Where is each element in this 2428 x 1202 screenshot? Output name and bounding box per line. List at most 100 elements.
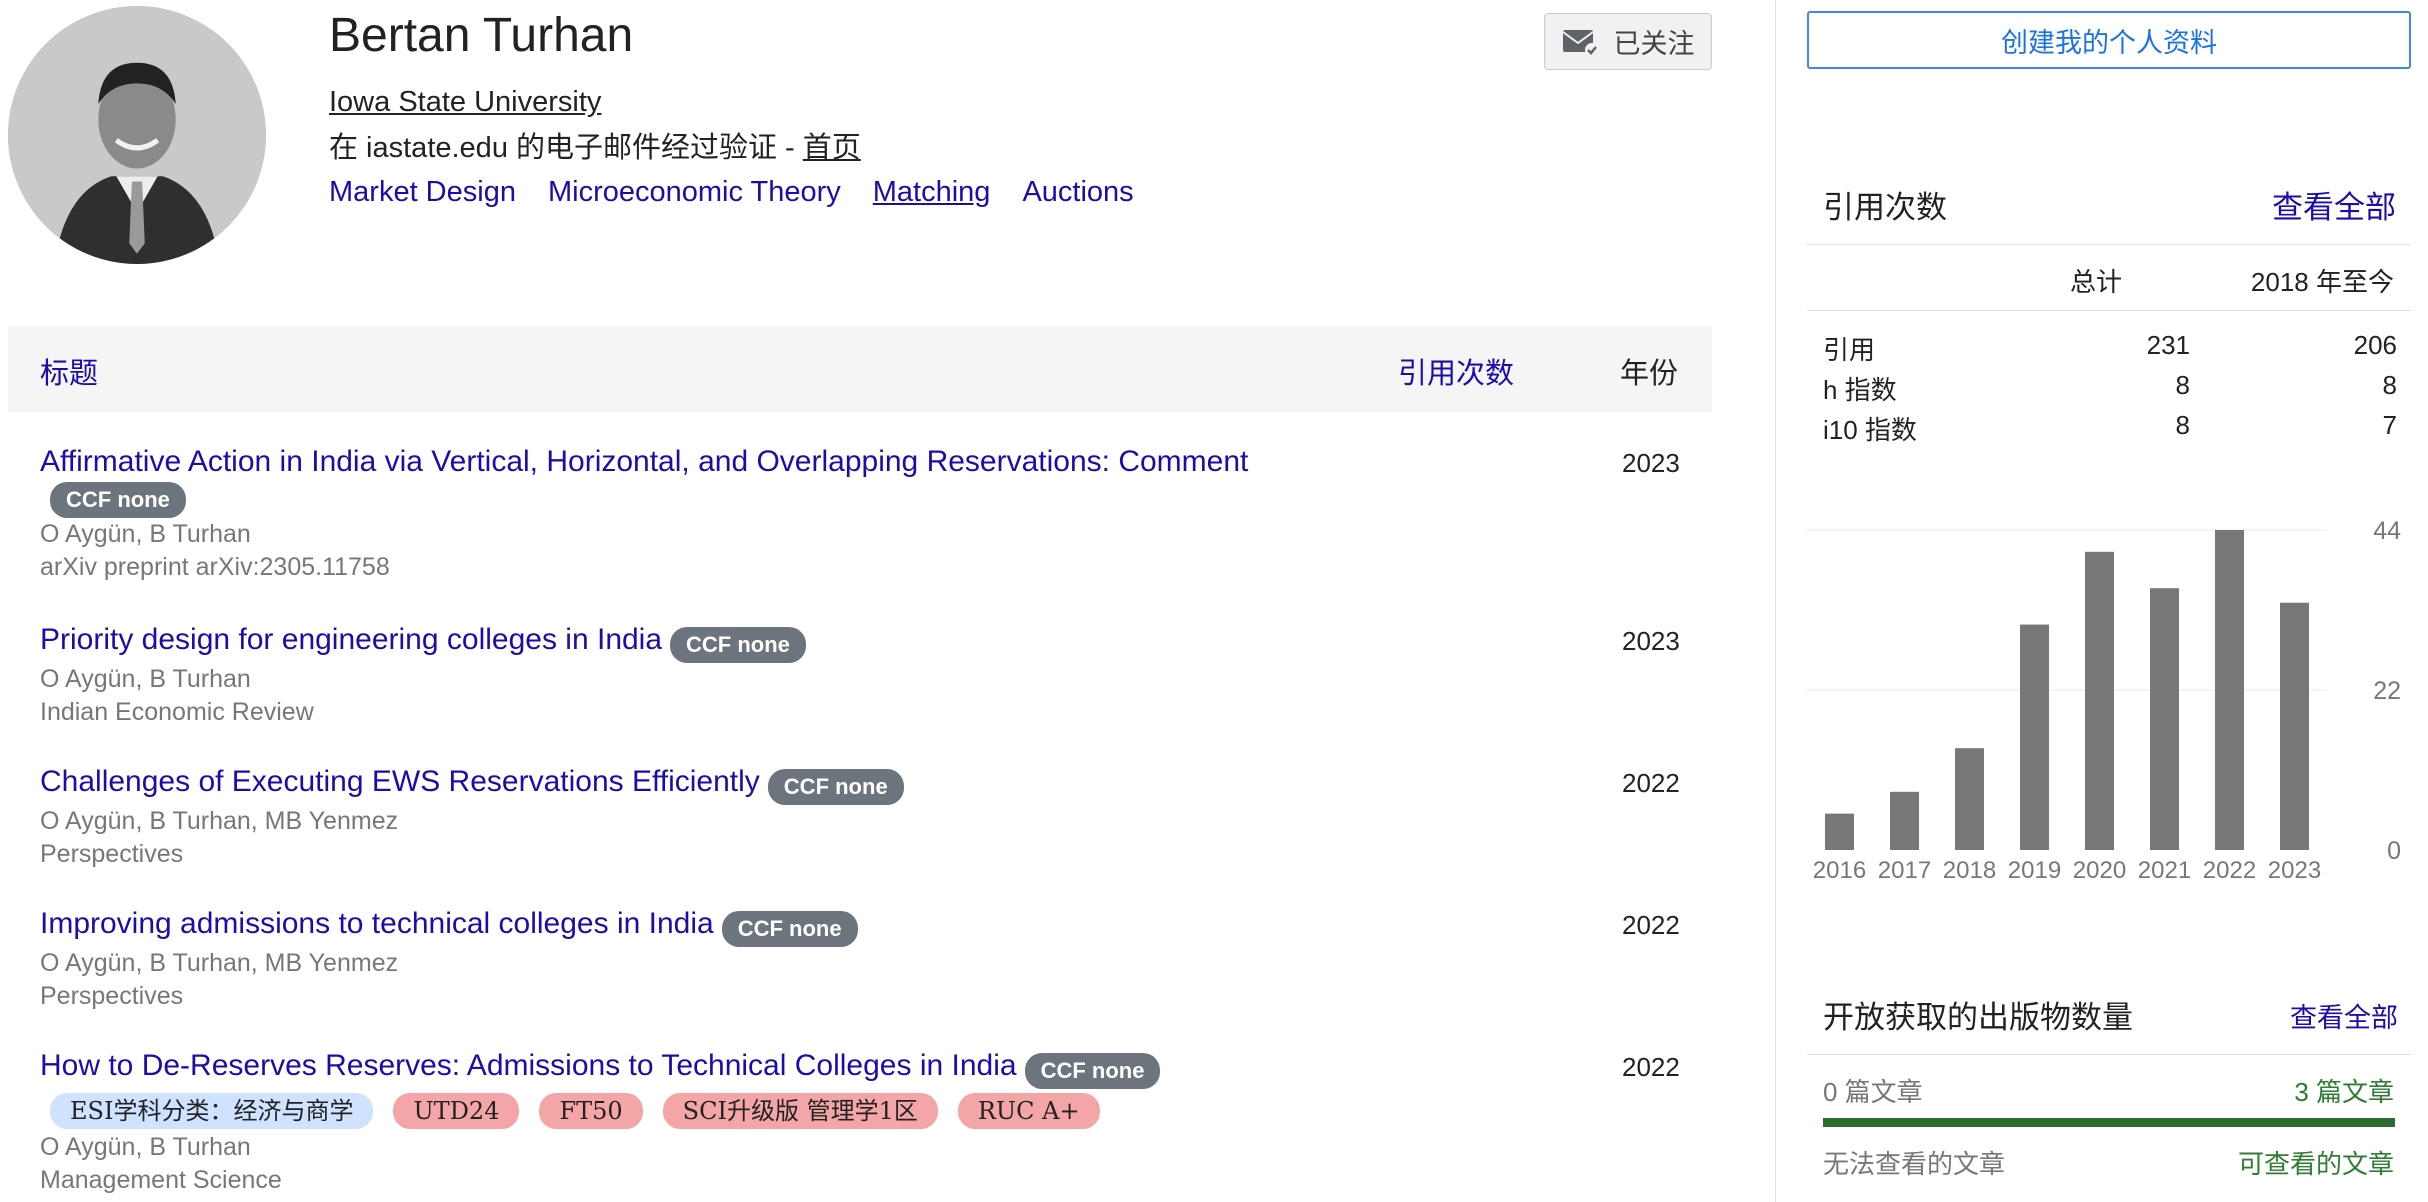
stat-total: 8 — [2175, 410, 2190, 440]
open-access-view-all-link[interactable]: 查看全部 — [2290, 996, 2398, 1035]
stat-since: 206 — [2353, 330, 2397, 360]
verified-email-text: 在 iastate.edu 的电子邮件经过验证 - — [329, 132, 803, 164]
chart-x-tick-label: 2016 — [1813, 857, 1866, 884]
open-access-bar — [1823, 1118, 2395, 1127]
chart-x-tick-label: 2023 — [2268, 857, 2321, 884]
chart-y-tick-label: 44 — [2373, 517, 2401, 545]
stat-row-h-index: h 指数 8 8 — [1823, 370, 2397, 410]
chart-x-tick-label: 2021 — [2138, 857, 2191, 884]
publication-row: Affirmative Action in India via Vertical… — [40, 442, 1700, 584]
ccf-badge: CCF none — [50, 482, 186, 518]
follow-button[interactable]: 已关注 — [1544, 13, 1712, 70]
chart-bar-2017[interactable] — [1890, 791, 1919, 850]
cited-by-view-all-link[interactable]: 查看全部 — [2272, 182, 2396, 227]
publication-row: Improving admissions to technical colleg… — [40, 904, 1700, 1013]
publication-authors: O Aygün, B Turhan, MB Yenmez — [40, 806, 399, 835]
ccf-badge: CCF none — [767, 768, 904, 805]
publication-title[interactable]: How to De-Reserves Reserves: Admissions … — [40, 1049, 1017, 1082]
ccf-badge: CCF none — [721, 910, 858, 947]
create-profile-button[interactable]: 创建我的个人资料 — [1807, 11, 2411, 69]
available-count: 3 篇文章 — [2294, 1077, 2394, 1107]
stat-since: 7 — [2382, 410, 2397, 440]
ccf-badge: CCF none — [1024, 1052, 1161, 1089]
publication-year: 2022 — [1622, 910, 1680, 940]
stat-total: 231 — [2146, 330, 2190, 360]
column-since-2018: 2018 年至今 — [2250, 267, 2394, 297]
ccf-badge: CCF none — [670, 626, 806, 663]
publication-title[interactable]: Priority design for engineering colleges… — [40, 623, 662, 656]
sort-by-title[interactable]: 标题 — [40, 350, 98, 392]
stat-total: 8 — [2175, 370, 2190, 400]
chart-bar-2019[interactable] — [2020, 624, 2049, 850]
column-divider — [1775, 0, 1776, 1202]
interest-market-design[interactable]: Market Design — [329, 176, 516, 209]
interest-auctions[interactable]: Auctions — [1022, 176, 1133, 209]
publication-row: Priority design for engineering colleges… — [40, 620, 1700, 729]
open-access-title: 开放获取的出版物数量 — [1823, 1000, 2133, 1035]
stat-since: 8 — [2382, 370, 2397, 400]
publication-year: 2023 — [1622, 626, 1680, 656]
chart-bar-2020[interactable] — [2085, 551, 2114, 850]
chart-bar-2023[interactable] — [2280, 602, 2309, 850]
publication-year: 2022 — [1622, 768, 1680, 798]
cited-by-title: 引用次数 — [1823, 190, 1947, 225]
chart-y-tick-label: 22 — [2373, 677, 2401, 705]
interest-matching[interactable]: Matching — [873, 176, 991, 209]
available-label: 可查看的文章 — [2237, 1149, 2394, 1179]
chart-bar-2022[interactable] — [2215, 530, 2244, 850]
tag-sci: SCI升级版 管理学1区 — [662, 1092, 938, 1129]
publication-row: Challenges of Executing EWS Reservations… — [40, 762, 1700, 871]
chart-x-tick-label: 2018 — [1943, 857, 1996, 884]
unavailable-count: 0 篇文章 — [1823, 1077, 1923, 1107]
publication-title[interactable]: Improving admissions to technical colleg… — [40, 907, 714, 940]
chart-bar-2016[interactable] — [1825, 813, 1854, 850]
publication-authors: O Aygün, B Turhan, MB Yenmez — [40, 948, 399, 977]
publication-authors: O Aygün, B Turhan — [40, 1132, 251, 1161]
sort-by-cited[interactable]: 引用次数 — [1398, 350, 1514, 392]
journal-tags: ESI学科分类：经济与商学 UTD24 FT50 SCI升级版 管理学1区 RU… — [40, 1092, 1700, 1129]
open-access-bar-fill — [1823, 1118, 2395, 1127]
homepage-link[interactable]: 首页 — [803, 132, 861, 164]
profile-name: Bertan Turhan — [329, 9, 634, 62]
tag-ruc: RUC A+ — [957, 1092, 1100, 1129]
chart-x-tick-label: 2020 — [2073, 857, 2126, 884]
stat-row-citations: 引用 231 206 — [1823, 330, 2397, 370]
publication-row: How to De-Reserves Reserves: Admissions … — [40, 1046, 1700, 1197]
stat-label: 引用 — [1823, 335, 1876, 365]
citations-chart-svg: 0 22 44 2016 2017 2018 2019 2020 2021 2022 2023 — [1807, 517, 2401, 884]
profile-photo — [8, 6, 266, 264]
stat-row-i10-index: i10 指数 8 7 — [1823, 410, 2397, 450]
stat-label: h 指数 — [1823, 375, 1897, 405]
publication-venue: Perspectives — [40, 981, 184, 1010]
chart-x-tick-label: 2017 — [1878, 857, 1931, 884]
column-total: 总计 — [2070, 267, 2123, 297]
divider-line — [1807, 1054, 2411, 1055]
publication-venue: arXiv preprint arXiv:2305.11758 — [40, 553, 390, 581]
publication-title[interactable]: Affirmative Action in India via Vertical… — [40, 445, 1248, 478]
sort-by-year[interactable]: 年份 — [1620, 350, 1678, 392]
tag-ft50: FT50 — [539, 1092, 643, 1129]
publication-venue: Management Science — [40, 1165, 282, 1194]
publication-venue: Indian Economic Review — [40, 697, 314, 726]
affiliation-link[interactable]: Iowa State University — [329, 86, 601, 119]
divider-line — [1807, 244, 2411, 245]
tag-utd24: UTD24 — [393, 1092, 520, 1129]
publication-title[interactable]: Challenges of Executing EWS Reservations… — [40, 765, 760, 798]
chart-bar-2018[interactable] — [1955, 748, 1984, 850]
profile-photo-image — [8, 6, 266, 264]
publication-year: 2022 — [1622, 1052, 1680, 1082]
chart-x-tick-label: 2022 — [2203, 857, 2256, 884]
chart-bar-2021[interactable] — [2150, 588, 2179, 850]
publication-year: 2023 — [1622, 448, 1680, 478]
research-interests: Market Design Microeconomic Theory Match… — [329, 176, 1134, 209]
publication-authors: O Aygün, B Turhan — [40, 520, 251, 548]
verified-email-line: 在 iastate.edu 的电子邮件经过验证 - 首页 — [329, 124, 861, 166]
interest-microeconomic-theory[interactable]: Microeconomic Theory — [548, 176, 841, 209]
unavailable-label: 无法查看的文章 — [1823, 1149, 2006, 1179]
follow-label: 已关注 — [1613, 29, 1695, 59]
chart-x-tick-label: 2019 — [2008, 857, 2061, 884]
citations-per-year-chart: 0 22 44 2016 2017 2018 2019 2020 2021 2022 2023 — [1807, 510, 2411, 890]
publication-authors: O Aygün, B Turhan — [40, 664, 251, 693]
publication-venue: Perspectives — [40, 839, 184, 868]
publications-table-header: 标题 引用次数 年份 — [8, 326, 1712, 412]
